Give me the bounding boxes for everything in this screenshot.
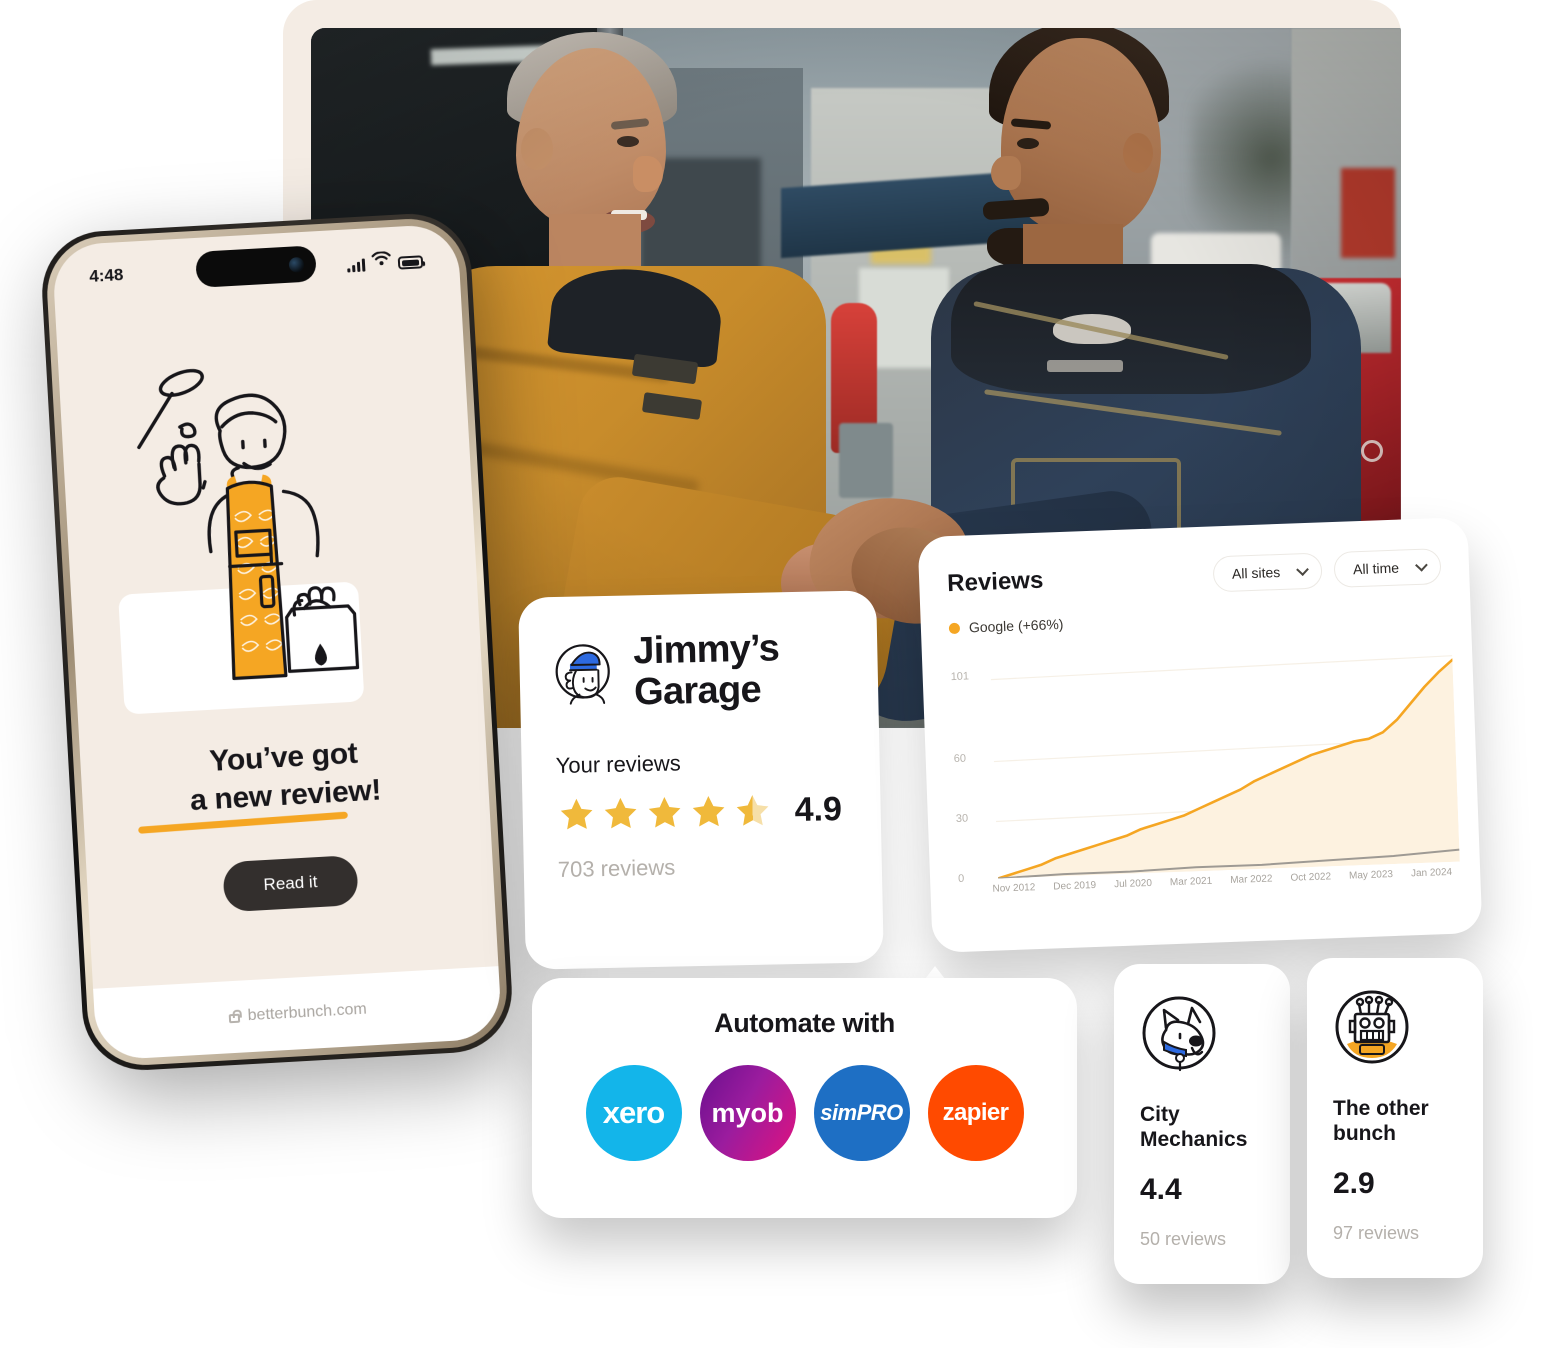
wifi-icon: [371, 250, 391, 271]
robot-avatar-icon: [1335, 990, 1409, 1064]
automate-integrations-card: Automate with xero myob simPRO zapier: [532, 978, 1077, 1218]
star-icon: [560, 798, 593, 830]
xero-logo-icon[interactable]: xero: [585, 1065, 682, 1161]
x-tick: Mar 2021: [1169, 875, 1213, 889]
lock-icon: [228, 1013, 241, 1024]
phone-screen: 4:48 You’ve got a new review! Read it be…: [51, 223, 503, 1061]
filter-all-time[interactable]: All time: [1333, 548, 1442, 588]
phone-headline: You’ve got a new review!: [80, 728, 490, 826]
legend-label: Google (+66%): [968, 615, 1064, 636]
battery-icon: [397, 255, 424, 270]
phone-mockup: 4:48 You’ve got a new review! Read it be…: [38, 210, 516, 1074]
composite-hero-scene: 4:48 You’ve got a new review! Read it be…: [0, 0, 1547, 1348]
chevron-down-icon: [1415, 558, 1428, 572]
chart-canvas: [990, 655, 1460, 879]
zapier-logo-icon[interactable]: zapier: [927, 1065, 1024, 1161]
url-text: betterbunch.com: [247, 1000, 368, 1025]
competitor-review-count: 97 reviews: [1333, 1222, 1420, 1243]
x-tick: Jan 2024: [1410, 866, 1453, 880]
star-icon: [604, 797, 637, 829]
plumber-illustration-icon: [137, 368, 360, 681]
competitor-name: City Mechanics: [1140, 1103, 1248, 1151]
competitor-card: City Mechanics 4.4 50 reviews: [1114, 964, 1290, 1284]
competitor-score: 2.9: [1333, 1166, 1375, 1200]
front-camera-icon: [288, 256, 305, 273]
x-tick: Jul 2020: [1113, 877, 1153, 891]
legend-color-dot: [948, 622, 961, 634]
jimmy-avatar-icon: [555, 644, 610, 705]
review-count: 703 reviews: [557, 854, 676, 883]
x-tick: Mar 2022: [1230, 873, 1273, 886]
filter-all-sites-label: All sites: [1231, 563, 1281, 582]
read-it-button[interactable]: Read it: [222, 854, 359, 913]
y-tick-60: 60: [953, 752, 967, 766]
x-tick: May 2023: [1348, 869, 1394, 882]
status-time: 4:48: [88, 265, 124, 286]
panel-title: Reviews: [946, 566, 1044, 598]
x-tick: Dec 2019: [1053, 879, 1097, 893]
competitor-score: 4.4: [1140, 1172, 1182, 1206]
reviews-chart-card: Reviews All sites All time Google (+66%)…: [917, 517, 1483, 953]
y-tick-30: 30: [955, 812, 969, 825]
reviews-area-chart: 101 60 30 0 Nov 2012 Dec 2019 Jul 2020 M…: [950, 632, 1460, 902]
y-tick-0: 0: [957, 872, 965, 885]
x-tick: Oct 2022: [1290, 871, 1332, 884]
myob-label: myob: [711, 1097, 784, 1128]
star-icon: [648, 797, 681, 828]
filter-all-time-label: All time: [1352, 559, 1400, 578]
automate-title: Automate with: [714, 1008, 895, 1038]
chevron-down-icon: [1296, 562, 1309, 576]
competitor-card: The other bunch 2.9 97 reviews: [1307, 958, 1483, 1278]
y-tick-101: 101: [950, 670, 970, 684]
star-icon: [692, 796, 725, 827]
xero-label: xero: [602, 1095, 665, 1130]
zapier-label: zapier: [942, 1099, 1009, 1126]
chart-legend: Google (+66%): [948, 602, 1443, 636]
star-rating: [556, 791, 773, 836]
x-tick: Nov 2012: [992, 882, 1036, 895]
signal-icon: [347, 258, 366, 273]
competitor-review-count: 50 reviews: [1140, 1228, 1227, 1249]
star-half-icon: [736, 795, 769, 826]
myob-logo-icon[interactable]: myob: [699, 1065, 796, 1161]
your-reviews-label: Your reviews: [555, 750, 682, 779]
rating-value: 4.9: [794, 789, 843, 829]
business-name: Jimmy’s Garage: [632, 627, 780, 714]
simpro-logo-icon[interactable]: simPRO: [813, 1065, 910, 1161]
business-review-card: Jimmy’s Garage Your reviews 4.9 703 revi…: [518, 590, 884, 970]
simpro-label: simPRO: [820, 1100, 903, 1125]
dog-avatar-icon: [1142, 996, 1216, 1072]
competitor-name: The other bunch: [1333, 1097, 1429, 1145]
dynamic-island: [195, 245, 317, 288]
filter-all-sites[interactable]: All sites: [1212, 552, 1323, 593]
